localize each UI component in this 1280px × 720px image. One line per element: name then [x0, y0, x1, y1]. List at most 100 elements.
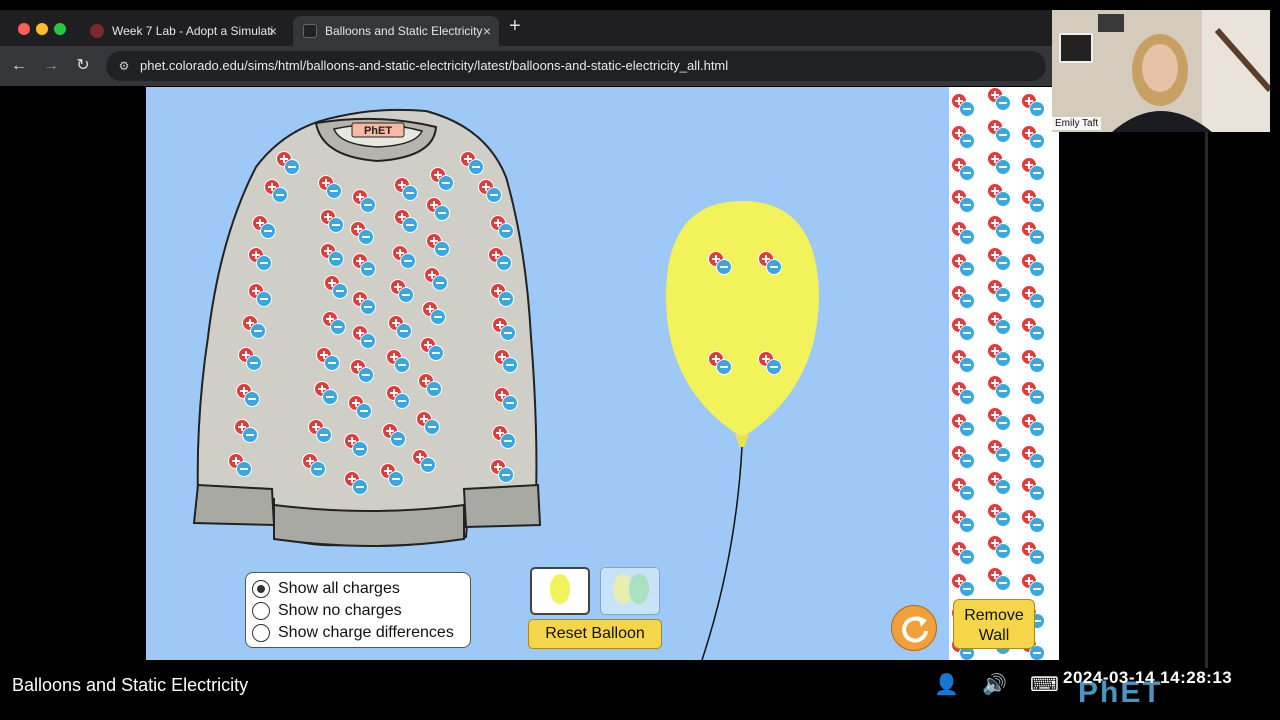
webcam-feed: Emily Taft [1052, 10, 1270, 132]
tab-favicon-icon [90, 24, 104, 38]
remove-wall-line1: Remove [964, 607, 1024, 624]
account-settings-icon[interactable]: 👤 [934, 672, 959, 697]
keyboard-icon[interactable]: ⌨ [1030, 672, 1059, 697]
wall-charge-pair [951, 413, 975, 437]
back-icon[interactable]: ← [8, 55, 30, 77]
site-info-icon[interactable]: ⚙ [116, 58, 132, 74]
webcam-image [1052, 10, 1270, 132]
wall-charge-pair [951, 541, 975, 565]
radio-button[interactable] [252, 624, 270, 642]
reset-balloon-button[interactable]: Reset Balloon [528, 619, 662, 649]
reset-all-button[interactable] [891, 605, 937, 651]
radio-label: Show no charges [278, 602, 402, 619]
wall-charge-pair [951, 445, 975, 469]
radio-show-charge-differences[interactable]: Show charge differences [252, 622, 454, 644]
minimize-window-button[interactable] [36, 23, 48, 35]
wall-charge-pair [987, 567, 1011, 591]
wall-charge-pair [987, 215, 1011, 239]
wall-charge-pair [987, 311, 1011, 335]
toolbar: ← → ↻ ⚙ phet.colorado.edu/sims/html/ball… [0, 46, 1052, 86]
wall-charge-pair [1021, 285, 1045, 309]
radio-show-all-charges[interactable]: Show all charges [252, 578, 400, 600]
tab-week7-lab[interactable]: Week 7 Lab - Adopt a Simulati × [80, 16, 285, 46]
wall-charge-pair [1021, 509, 1045, 533]
wall-charge-pair [1021, 541, 1045, 565]
radio-label: Show charge differences [278, 624, 454, 641]
wall-charge-pair [1021, 125, 1045, 149]
url-text[interactable]: phet.colorado.edu/sims/html/balloons-and… [140, 58, 728, 73]
tab-balloons[interactable]: Balloons and Static Electricity × [293, 16, 499, 46]
wall-charge-pair [987, 119, 1011, 143]
forward-icon[interactable]: → [40, 55, 62, 77]
radio-show-no-charges[interactable]: Show no charges [252, 600, 402, 622]
address-bar[interactable]: ⚙ phet.colorado.edu/sims/html/balloons-a… [106, 51, 1046, 81]
wall-charge-pair [951, 509, 975, 533]
yellow-balloon[interactable] [666, 201, 819, 447]
wall [949, 87, 1059, 660]
wall-charge-pair [987, 407, 1011, 431]
wall-charge-pair [951, 381, 975, 405]
wall-charge-pair [951, 573, 975, 597]
remove-wall-button[interactable]: Remove Wall [953, 599, 1035, 649]
wall-charge-pair [951, 477, 975, 501]
divider [1205, 132, 1208, 668]
radio-button[interactable] [252, 580, 270, 598]
wall-charge-pair [987, 247, 1011, 271]
close-tab-icon[interactable]: × [269, 16, 277, 46]
wall-charge-pair [987, 503, 1011, 527]
maximize-window-button[interactable] [54, 23, 66, 35]
simulation-canvas[interactable]: PhET Show all charges Show no charges Sh… [146, 87, 1059, 660]
wall-charge-pair [1021, 157, 1045, 181]
wall-charge-pair [987, 279, 1011, 303]
volume-icon[interactable]: 🔊 [982, 672, 1007, 697]
charge-display-panel: Show all charges Show no charges Show ch… [245, 572, 471, 648]
recording-timestamp: 2024-03-14 14:28:13 [1063, 668, 1233, 687]
wall-charge-pair [1021, 189, 1045, 213]
wall-charge-pair [951, 285, 975, 309]
wall-charge-pair [951, 93, 975, 117]
tab-title: Balloons and Static Electricity [325, 24, 483, 38]
wall-charge-pair [951, 221, 975, 245]
tab-bar: Week 7 Lab - Adopt a Simulati × Balloons… [0, 10, 1052, 46]
sweater-label: PhET [364, 125, 392, 137]
wall-charge-pair [951, 317, 975, 341]
radio-button[interactable] [252, 602, 270, 620]
participant-name: Emily Taft [1052, 117, 1102, 130]
wall-charge-pair [1021, 445, 1045, 469]
wall-charge-pair [951, 253, 975, 277]
single-balloon-icon [550, 574, 570, 604]
reset-icon [902, 616, 928, 643]
close-window-button[interactable] [18, 23, 30, 35]
wall-charge-pair [1021, 349, 1045, 373]
wall-charge-pair [1021, 413, 1045, 437]
new-tab-button[interactable]: + [509, 15, 521, 38]
one-balloon-toggle[interactable] [530, 567, 590, 615]
wall-charge-pair [951, 189, 975, 213]
wall-charge-pair [1021, 477, 1045, 501]
wall-charge-pair [987, 471, 1011, 495]
wall-charge-pair [1021, 573, 1045, 597]
reload-icon[interactable]: ↻ [72, 55, 94, 77]
phet-favicon-icon [303, 24, 317, 38]
screen: Week 7 Lab - Adopt a Simulati × Balloons… [0, 0, 1280, 720]
wall-charge-pair [987, 151, 1011, 175]
balloon-string [701, 446, 743, 660]
two-balloons-icon [613, 574, 649, 604]
remove-wall-line2: Wall [978, 627, 1010, 644]
wall-charge-pair [987, 343, 1011, 367]
radio-label: Show all charges [278, 580, 400, 597]
tab-title: Week 7 Lab - Adopt a Simulati [112, 24, 274, 38]
wall-charge-pair [1021, 93, 1045, 117]
close-tab-icon[interactable]: × [483, 16, 491, 46]
wall-charge-pair [1021, 253, 1045, 277]
video-caption: Balloons and Static Electricity [12, 675, 249, 695]
wall-charge-pair [951, 349, 975, 373]
wall-charge-pair [987, 439, 1011, 463]
wall-charge-pair [951, 125, 975, 149]
wall-charge-pair [1021, 221, 1045, 245]
wall-charge-pair [987, 87, 1011, 111]
wall-charge-pair [1021, 317, 1045, 341]
wall-charge-pair [987, 183, 1011, 207]
wall-charge-pair [987, 535, 1011, 559]
two-balloons-toggle[interactable] [600, 567, 660, 615]
